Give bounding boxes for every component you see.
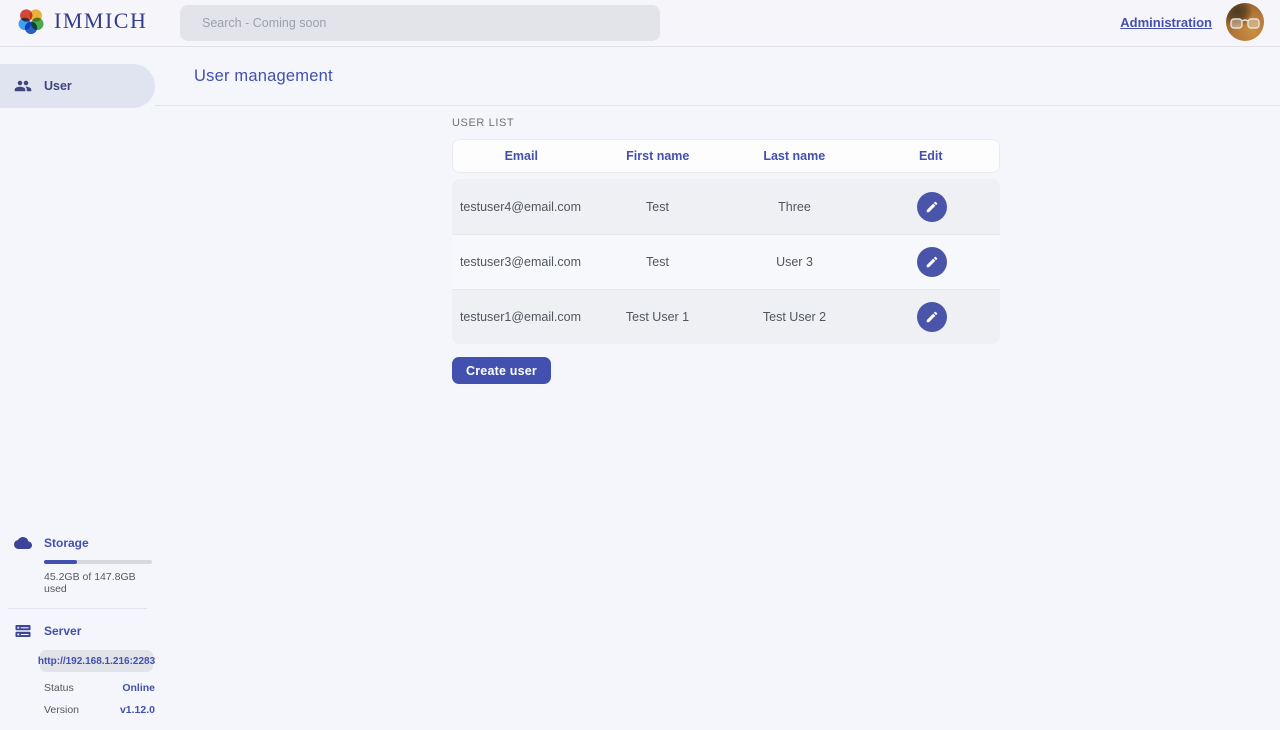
user-table-body: testuser4@email.com Test Three testuser3… — [452, 179, 1000, 344]
immich-flower-icon — [16, 6, 46, 36]
users-group-icon — [14, 77, 32, 95]
column-header-edit: Edit — [863, 149, 1000, 163]
edit-user-button[interactable] — [917, 302, 947, 332]
storage-progress-bar — [44, 560, 152, 564]
table-row: testuser1@email.com Test User 1 Test Use… — [452, 289, 1000, 344]
cell-email: testuser3@email.com — [452, 255, 589, 269]
status-value: Online — [122, 682, 155, 694]
sidebar-item-user[interactable]: User — [0, 64, 155, 108]
main-content: User management USER LIST Email First na… — [155, 47, 1280, 730]
search-input[interactable] — [180, 5, 660, 41]
user-list-section: USER LIST Email First name Last name Edi… — [452, 117, 1000, 384]
table-row: testuser3@email.com Test User 3 — [452, 234, 1000, 289]
admin-sidebar: User Storage 45.2GB of 147.8GB used — [0, 47, 155, 730]
status-label: Status — [44, 682, 74, 694]
sidebar-item-label: User — [44, 79, 72, 93]
cell-first-name: Test — [589, 255, 726, 269]
immich-admin-app: IMMICH Administration User Storage — [0, 0, 1280, 730]
administration-link[interactable]: Administration — [1120, 15, 1212, 30]
cell-last-name: User 3 — [726, 255, 863, 269]
storage-progress-fill — [44, 560, 77, 564]
cell-email: testuser4@email.com — [452, 200, 589, 214]
avatar-glasses-icon — [1230, 17, 1260, 31]
storage-header: Storage — [0, 534, 155, 552]
column-header-email: Email — [453, 149, 590, 163]
page-title-bar: User management — [155, 47, 1280, 106]
pencil-icon — [925, 255, 939, 269]
server-version-row: Version v1.12.0 — [44, 704, 155, 716]
footer-divider — [8, 608, 147, 609]
storage-title: Storage — [44, 536, 89, 550]
edit-user-button[interactable] — [917, 192, 947, 222]
top-header: IMMICH Administration — [0, 0, 1280, 47]
column-header-last-name: Last name — [726, 149, 863, 163]
immich-logo[interactable]: IMMICH — [16, 6, 147, 36]
table-row: testuser4@email.com Test Three — [452, 179, 1000, 234]
logo-text: IMMICH — [54, 8, 147, 34]
storage-usage-text: 45.2GB of 147.8GB used — [44, 571, 155, 595]
version-label: Version — [44, 704, 79, 716]
edit-user-button[interactable] — [917, 247, 947, 277]
cell-last-name: Three — [726, 200, 863, 214]
column-header-first-name: First name — [590, 149, 727, 163]
cell-email: testuser1@email.com — [452, 310, 589, 324]
table-header-row: Email First name Last name Edit — [452, 139, 1000, 173]
page-title: User management — [194, 67, 333, 86]
cloud-icon — [14, 534, 32, 552]
pencil-icon — [925, 200, 939, 214]
sidebar-footer: Storage 45.2GB of 147.8GB used Server — [0, 534, 155, 730]
user-list-label: USER LIST — [452, 117, 1000, 129]
server-title: Server — [44, 624, 81, 638]
server-header: Server — [0, 622, 155, 640]
server-icon — [14, 622, 32, 640]
server-url: http://192.168.1.216:2283 — [38, 656, 155, 667]
pencil-icon — [925, 310, 939, 324]
server-url-badge: http://192.168.1.216:2283 — [40, 650, 153, 672]
cell-first-name: Test — [589, 200, 726, 214]
version-value: v1.12.0 — [120, 704, 155, 716]
create-user-button[interactable]: Create user — [452, 357, 551, 384]
cell-last-name: Test User 2 — [726, 310, 863, 324]
cell-first-name: Test User 1 — [589, 310, 726, 324]
user-avatar[interactable] — [1226, 3, 1264, 41]
server-status-row: Status Online — [44, 682, 155, 694]
